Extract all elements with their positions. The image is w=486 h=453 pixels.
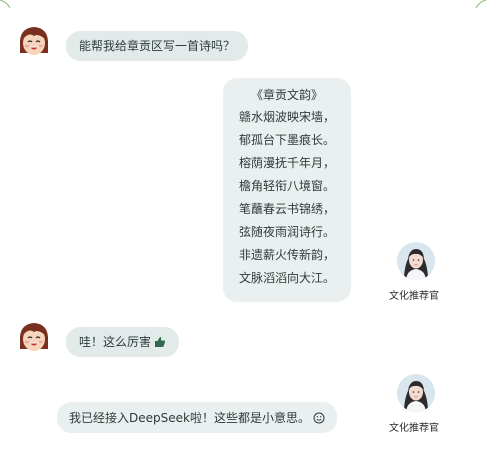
thumbs-up-icon — [154, 336, 166, 352]
woman-portrait-icon — [397, 242, 435, 280]
leaf-decoration-icon — [475, 0, 486, 9]
girl-avatar-icon — [19, 27, 49, 55]
user-message-bubble: 哇！这么厉害 — [66, 327, 180, 357]
poem-line: 文脉滔滔向大江。 — [238, 271, 335, 285]
bot-avatar[interactable] — [397, 374, 435, 412]
bot-name-label: 文化推荐官 — [389, 423, 439, 434]
bot-name-label: 文化推荐官 — [389, 291, 439, 302]
poem-title: 《章贡文韵》 — [250, 88, 323, 102]
poem-line: 弦随夜雨润诗行。 — [238, 225, 335, 239]
bot-avatar[interactable] — [397, 242, 435, 280]
poem-line: 非遗薪火传新韵， — [238, 248, 335, 262]
girl-avatar-icon — [19, 323, 49, 351]
user-message-bubble: 能帮我给章贡区写一首诗吗？ — [66, 31, 249, 61]
woman-portrait-icon — [397, 374, 435, 412]
leaf-decoration-icon — [0, 0, 11, 9]
user-avatar[interactable] — [16, 319, 52, 355]
poem-line: 檐角轻衔八境窗。 — [238, 179, 335, 193]
poem-line: 郁孤台下墨痕长。 — [238, 133, 335, 147]
chat-view: 能帮我给章贡区写一首诗吗？ 《章贡文韵》 赣水烟波映宋墙， 郁孤台下墨痕长。 榕… — [0, 0, 486, 453]
message-text: 我已经接入DeepSeek啦！这些都是小意思。 — [69, 411, 310, 425]
poem-line: 赣水烟波映宋墙， — [238, 110, 335, 124]
smile-icon — [313, 412, 325, 428]
message-text: 哇！这么厉害 — [79, 335, 152, 349]
poem-line: 榕荫漫抚千年月， — [238, 156, 335, 170]
user-avatar[interactable] — [16, 23, 52, 59]
poem-line: 笔蘸春云书锦绣， — [238, 202, 335, 216]
bot-message-bubble: 我已经接入DeepSeek啦！这些都是小意思。 — [57, 402, 337, 433]
bot-poem-bubble: 《章贡文韵》 赣水烟波映宋墙， 郁孤台下墨痕长。 榕荫漫抚千年月， 檐角轻衔八境… — [223, 78, 351, 302]
message-text: 能帮我给章贡区写一首诗吗？ — [79, 39, 236, 53]
